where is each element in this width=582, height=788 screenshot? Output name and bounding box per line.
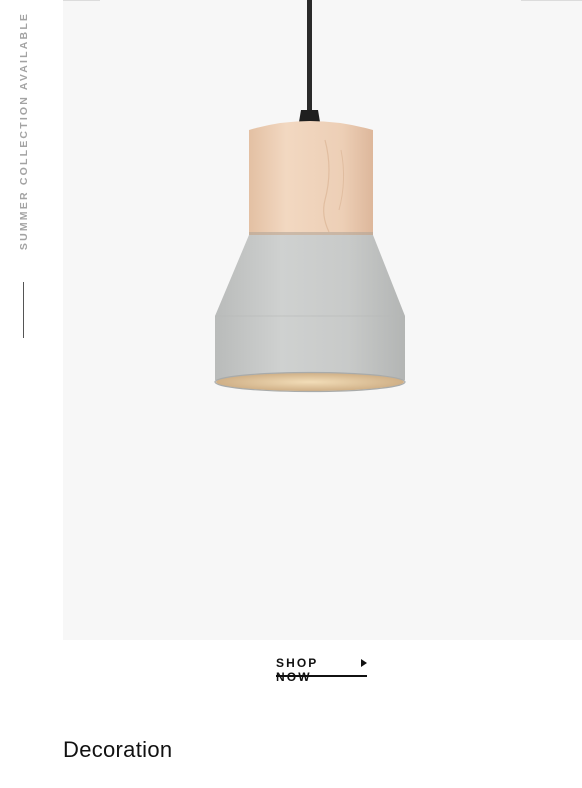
promo-divider-line <box>23 282 24 338</box>
triangle-right-icon <box>361 659 367 667</box>
pendant-lamp-image[interactable] <box>63 0 582 640</box>
vertical-promo-text: SUMMER COLLECTION AVAILABLE <box>17 0 31 262</box>
lamp-cord <box>307 0 312 114</box>
section-title: Decoration <box>63 737 173 762</box>
shop-now-link[interactable]: SHOP NOW <box>276 656 367 684</box>
wood-shade <box>249 121 373 236</box>
cord-grip <box>299 110 320 122</box>
shade-seam <box>249 232 373 235</box>
pendant-lamp-illustration <box>214 0 406 393</box>
shop-now-label: SHOP NOW <box>276 656 319 684</box>
concrete-shade <box>215 235 405 386</box>
promo-text-label: SUMMER COLLECTION AVAILABLE <box>18 11 30 251</box>
